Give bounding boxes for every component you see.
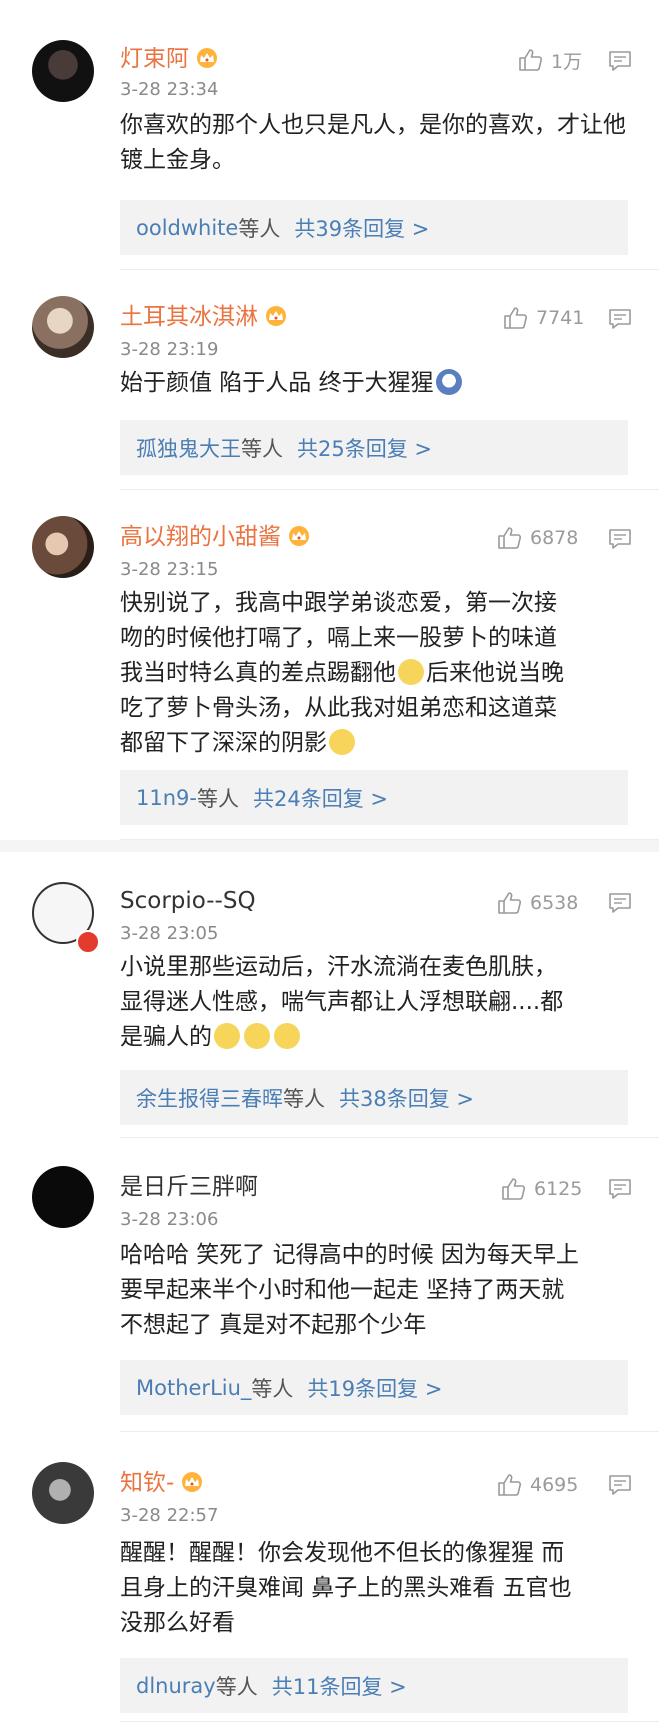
comment-bubble-icon[interactable] bbox=[608, 1178, 632, 1200]
comment-item: 知钦- 3-28 22:57 4695 醒醒！醒醒！你会发现他不但长的像猩猩 而… bbox=[0, 1432, 659, 1722]
comment-time: 3-28 22:57 bbox=[120, 1505, 219, 1526]
comment-text: 醒醒！醒醒！你会发现他不但长的像猩猩 而 且身上的汗臭难闻 鼻子上的黑头难看 五… bbox=[120, 1540, 572, 1636]
reply-summary[interactable]: 孤独鬼大王 等人 共25条回复 > bbox=[120, 420, 628, 475]
comment-time: 3-28 23:15 bbox=[120, 559, 219, 580]
comment-item: 是日斤三胖啊 3-28 23:06 6125 哈哈哈 笑死了 记得高中的时候 因… bbox=[0, 1138, 659, 1432]
thumbs-up-icon bbox=[496, 890, 522, 916]
comment-item: Scorpio--SQ 3-28 23:05 6538 小说里那些运动后，汗水流… bbox=[0, 852, 659, 1138]
avatar[interactable] bbox=[32, 40, 94, 102]
shrug-emoji-icon bbox=[214, 1023, 240, 1049]
crown-badge-icon bbox=[287, 525, 311, 547]
reply-suffix: 等人 bbox=[251, 1376, 294, 1401]
comment-item: 高以翔的小甜酱 3-28 23:15 6878 快别说了，我高中跟学弟谈恋爱，第… bbox=[0, 490, 659, 840]
reply-users[interactable]: 余生报得三春晖 bbox=[136, 1083, 283, 1113]
reply-suffix: 等人 bbox=[196, 786, 239, 811]
thinking-emoji-icon bbox=[398, 659, 424, 685]
comment-item: 灯束阿 3-28 23:34 1万 你喜欢的那个人也只是凡人，是你的喜欢，才让他… bbox=[0, 0, 659, 270]
like-count: 7741 bbox=[536, 307, 585, 329]
avatar[interactable] bbox=[32, 1462, 94, 1524]
reply-users[interactable]: ooldwhite bbox=[136, 216, 238, 240]
comment-text: 快别说了，我高中跟学弟谈恋爱，第一次接 吻的时候他打嗝了，嗝上来一股萝卜的味道 … bbox=[120, 590, 564, 756]
like-button[interactable]: 7741 bbox=[502, 303, 584, 333]
avatar[interactable] bbox=[32, 296, 94, 358]
gorilla-emoji-icon bbox=[435, 369, 462, 395]
like-count: 6538 bbox=[530, 892, 579, 914]
like-button[interactable]: 6878 bbox=[496, 523, 578, 553]
like-count: 1万 bbox=[551, 50, 583, 73]
comment-time: 3-28 23:05 bbox=[120, 923, 219, 944]
comment-text: 小说里那些运动后，汗水流淌在麦色肌肤， 显得迷人性感，喘气声都让人浮想联翩...… bbox=[120, 954, 564, 1050]
reply-count-link[interactable]: 共24条回复 > bbox=[253, 783, 388, 813]
reply-suffix: 等人 bbox=[241, 436, 283, 461]
comment-bubble-icon[interactable] bbox=[608, 50, 632, 72]
comment-time: 3-28 23:19 bbox=[120, 339, 219, 360]
shrug-emoji-icon bbox=[274, 1023, 300, 1049]
avatar[interactable] bbox=[32, 1166, 94, 1228]
reply-users[interactable]: 11n9- bbox=[136, 786, 197, 810]
comment-bubble-icon[interactable] bbox=[608, 308, 632, 330]
like-count: 4695 bbox=[530, 1474, 579, 1496]
like-button[interactable]: 6125 bbox=[500, 1174, 582, 1204]
comment-text: 你喜欢的那个人也只是凡人，是你的喜欢，才让他镀上金身。 bbox=[120, 112, 626, 173]
reply-count-link[interactable]: 共11条回复 > bbox=[272, 1671, 407, 1701]
comment-time: 3-28 23:06 bbox=[120, 1209, 219, 1230]
reply-summary[interactable]: ooldwhite 等人 共39条回复 > bbox=[120, 200, 628, 255]
sob-emoji-icon bbox=[329, 729, 355, 755]
reply-users[interactable]: dlnuray bbox=[136, 1674, 216, 1698]
like-button[interactable]: 1万 bbox=[517, 45, 582, 75]
comment-text: 哈哈哈 笑死了 记得高中的时候 因为每天早上 要早起来半个小时和他一起走 坚持了… bbox=[120, 1242, 579, 1338]
username[interactable]: 灯束阿 bbox=[120, 44, 219, 74]
username[interactable]: 土耳其冰淇淋 bbox=[120, 302, 288, 332]
reply-count-link[interactable]: 共25条回复 > bbox=[297, 433, 432, 463]
crown-badge-icon bbox=[180, 1471, 204, 1493]
reply-count-link[interactable]: 共38条回复 > bbox=[339, 1083, 474, 1113]
reply-count-link[interactable]: 共19条回复 > bbox=[307, 1373, 442, 1403]
thumbs-up-icon bbox=[517, 47, 543, 73]
username[interactable]: Scorpio--SQ bbox=[120, 886, 256, 916]
crown-badge-icon bbox=[195, 47, 219, 69]
comment-bubble-icon[interactable] bbox=[608, 528, 632, 550]
reply-users[interactable]: 孤独鬼大王 bbox=[136, 433, 241, 463]
like-count: 6125 bbox=[534, 1178, 583, 1200]
comment-text: 始于颜值 陷于人品 终于大猩猩 bbox=[120, 366, 640, 401]
reply-suffix: 等人 bbox=[238, 216, 281, 241]
like-button[interactable]: 6538 bbox=[496, 888, 578, 918]
reply-summary[interactable]: 余生报得三春晖 等人 共38条回复 > bbox=[120, 1070, 628, 1125]
like-count: 6878 bbox=[530, 527, 579, 549]
divider bbox=[0, 840, 659, 852]
like-button[interactable]: 4695 bbox=[496, 1470, 578, 1500]
shrug-emoji-icon bbox=[244, 1023, 270, 1049]
comment-bubble-icon[interactable] bbox=[608, 1474, 632, 1496]
username[interactable]: 高以翔的小甜酱 bbox=[120, 522, 311, 552]
username[interactable]: 知钦- bbox=[120, 1468, 204, 1498]
reply-summary[interactable]: 11n9- 等人 共24条回复 > bbox=[120, 770, 628, 825]
reply-suffix: 等人 bbox=[215, 1674, 258, 1699]
username[interactable]: 是日斤三胖啊 bbox=[120, 1172, 258, 1202]
thumbs-up-icon bbox=[502, 305, 528, 331]
comment-item: 土耳其冰淇淋 3-28 23:19 7741 始于颜值 陷于人品 终于大猩猩 孤… bbox=[0, 270, 659, 490]
comment-bubble-icon[interactable] bbox=[608, 892, 632, 914]
reply-users[interactable]: MotherLiu_ bbox=[136, 1376, 251, 1400]
reply-count-link[interactable]: 共39条回复 > bbox=[294, 213, 429, 243]
crown-badge-icon bbox=[264, 305, 288, 327]
thumbs-up-icon bbox=[496, 525, 522, 551]
reply-suffix: 等人 bbox=[283, 1086, 325, 1111]
reply-summary[interactable]: dlnuray 等人 共11条回复 > bbox=[120, 1658, 628, 1713]
avatar[interactable] bbox=[32, 516, 94, 578]
reply-summary[interactable]: MotherLiu_ 等人 共19条回复 > bbox=[120, 1360, 628, 1415]
thumbs-up-icon bbox=[500, 1176, 526, 1202]
thumbs-up-icon bbox=[496, 1472, 522, 1498]
verified-badge-icon bbox=[76, 930, 100, 954]
comment-time: 3-28 23:34 bbox=[120, 79, 219, 100]
